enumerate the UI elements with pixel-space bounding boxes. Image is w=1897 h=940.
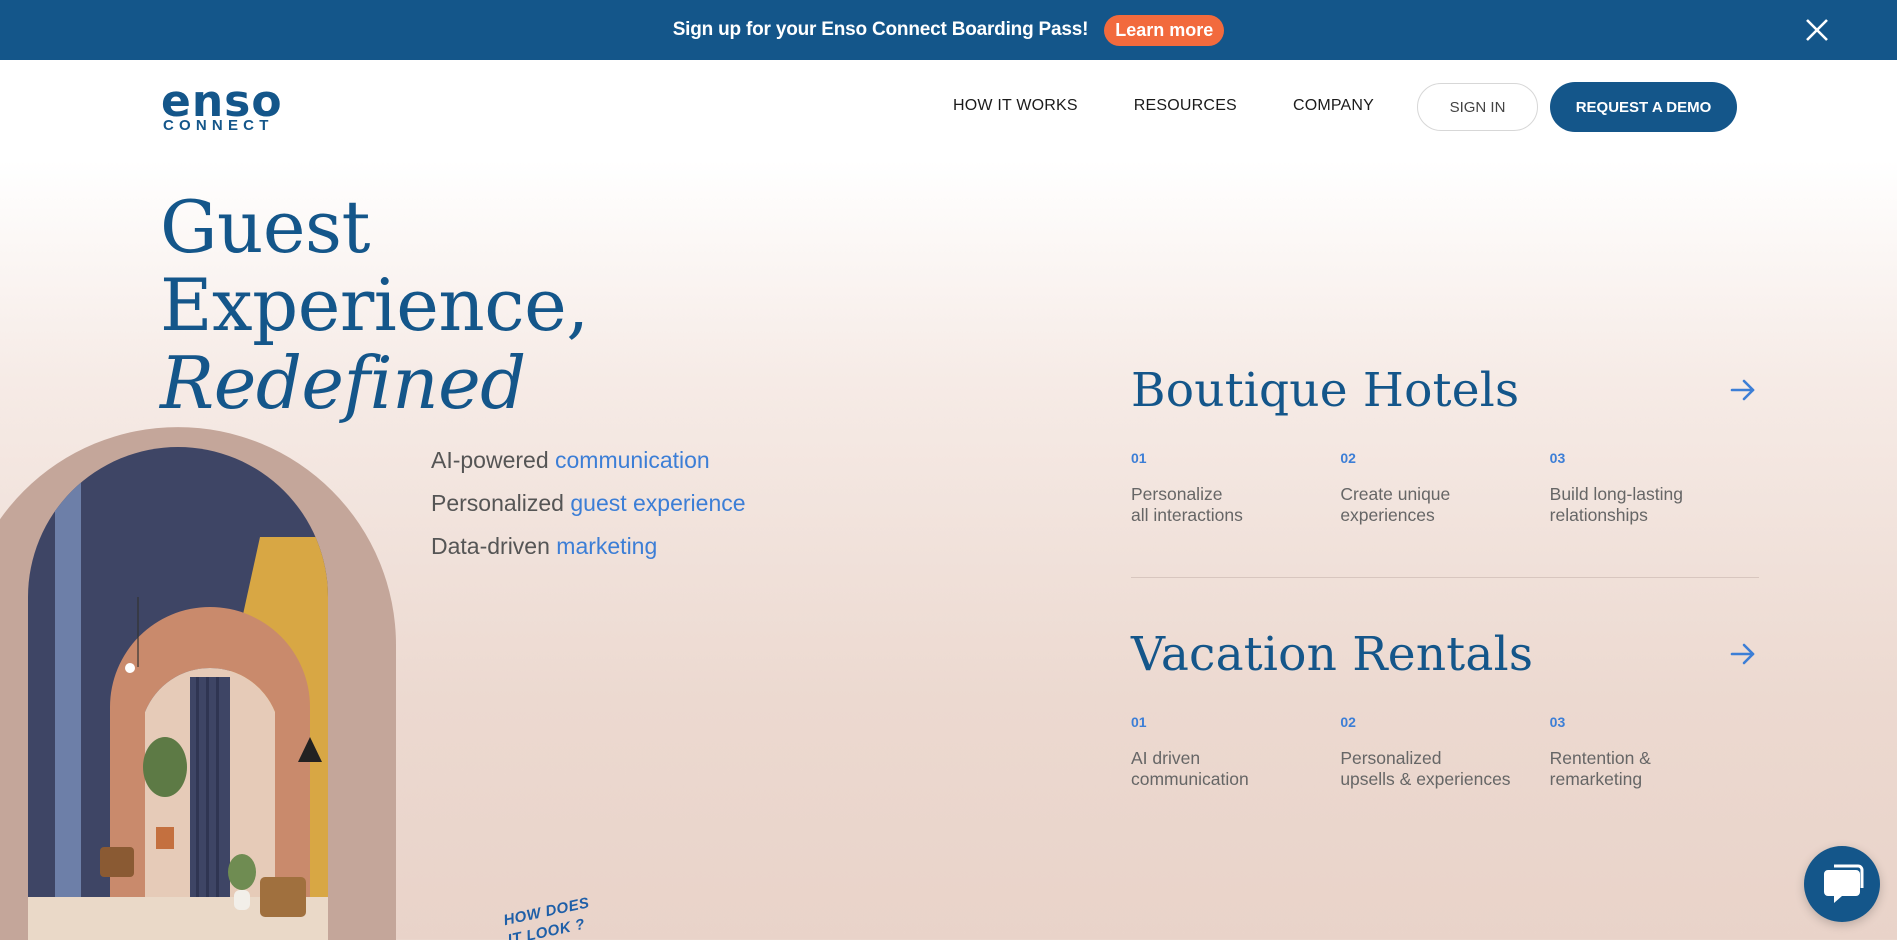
hero-line-2: Experience, <box>160 263 589 347</box>
feature-highlight: marketing <box>556 533 658 559</box>
segment-benefits: 01 AI driven communication 02 Personaliz… <box>1131 714 1759 790</box>
benefit-number: 03 <box>1549 714 1566 730</box>
logo[interactable]: enso CONNECT <box>161 76 282 134</box>
feature-highlight: guest experience <box>570 490 746 516</box>
nav-resources[interactable]: RESOURCES <box>1134 97 1237 115</box>
benefit-number: 01 <box>1131 714 1147 730</box>
logo-subtitle: CONNECT <box>163 117 274 134</box>
benefit-text: Rentention & remarketing <box>1549 748 1651 789</box>
announcement-bar: Sign up for your Enso Connect Boarding P… <box>0 0 1897 60</box>
arrow-right-icon[interactable] <box>1729 640 1757 668</box>
segment-divider <box>1131 577 1759 578</box>
segment-header: Boutique Hotels <box>1131 360 1759 420</box>
segment-header: Vacation Rentals <box>1131 624 1759 684</box>
chat-widget-button[interactable] <box>1804 846 1880 922</box>
benefit-text: Personalized upsells & experiences <box>1340 748 1511 789</box>
benefit-number: 02 <box>1340 450 1356 466</box>
hero-arch-image <box>0 427 436 940</box>
segment-benefits: 01 Personalize all interactions 02 Creat… <box>1131 450 1759 526</box>
benefit-item: 01 Personalize all interactions <box>1131 450 1340 526</box>
feature-item: Data-driven marketing <box>431 530 746 573</box>
chat-bubble-icon <box>1824 864 1864 903</box>
segment-boutique-hotels: Boutique Hotels 01 Personalize all inter… <box>1131 360 1759 526</box>
benefit-text: Create unique experiences <box>1340 484 1451 525</box>
benefit-number: 01 <box>1131 450 1147 466</box>
feature-prefix: Data-driven <box>431 533 550 559</box>
site-header: enso CONNECT HOW IT WORKS RESOURCES COMP… <box>0 60 1897 155</box>
feature-item: Personalized guest experience <box>431 487 746 530</box>
learn-more-button[interactable]: Learn more <box>1104 14 1225 46</box>
close-icon[interactable] <box>1801 14 1833 46</box>
benefit-item: 02 Create unique experiences <box>1340 450 1549 526</box>
announcement-text: Sign up for your Enso Connect Boarding P… <box>672 19 1089 40</box>
feature-highlight: communication <box>555 447 710 473</box>
benefit-number: 03 <box>1549 450 1566 466</box>
request-demo-button[interactable]: REQUEST A DEMO <box>1550 82 1737 132</box>
benefit-text: Build long-lasting relationships <box>1549 484 1683 525</box>
arrow-right-icon[interactable] <box>1729 376 1757 404</box>
benefit-item: 03 Build long-lasting relationships <box>1550 450 1759 526</box>
feature-prefix: AI-powered <box>431 447 549 473</box>
benefit-text: Personalize all interactions <box>1131 484 1243 525</box>
nav-how-it-works[interactable]: HOW IT WORKS <box>953 97 1078 115</box>
nav-company[interactable]: COMPANY <box>1293 97 1374 115</box>
sign-in-button[interactable]: SIGN IN <box>1417 83 1538 131</box>
hero-title: Guest Experience, Redefined <box>160 188 589 422</box>
benefit-number: 02 <box>1340 714 1356 730</box>
feature-item: AI-powered communication <box>431 444 746 487</box>
segment-title[interactable]: Boutique Hotels <box>1131 363 1519 418</box>
main-nav: HOW IT WORKS RESOURCES COMPANY <box>953 97 1430 115</box>
benefit-item: 02 Personalized upsells & experiences <box>1340 714 1549 790</box>
hero-line-3: Redefined <box>160 341 526 425</box>
hero-line-1: Guest <box>160 185 370 269</box>
feature-prefix: Personalized <box>431 490 564 516</box>
how-does-it-look-note: HOW DOES IT LOOK ? <box>502 893 596 940</box>
benefit-text: AI driven communication <box>1131 748 1249 789</box>
hero-features: AI-powered communication Personalized gu… <box>431 444 746 573</box>
benefit-item: 01 AI driven communication <box>1131 714 1340 790</box>
segment-vacation-rentals: Vacation Rentals 01 AI driven communicat… <box>1131 624 1759 790</box>
benefit-item: 03 Rentention & remarketing <box>1550 714 1759 790</box>
segment-title[interactable]: Vacation Rentals <box>1131 627 1533 682</box>
